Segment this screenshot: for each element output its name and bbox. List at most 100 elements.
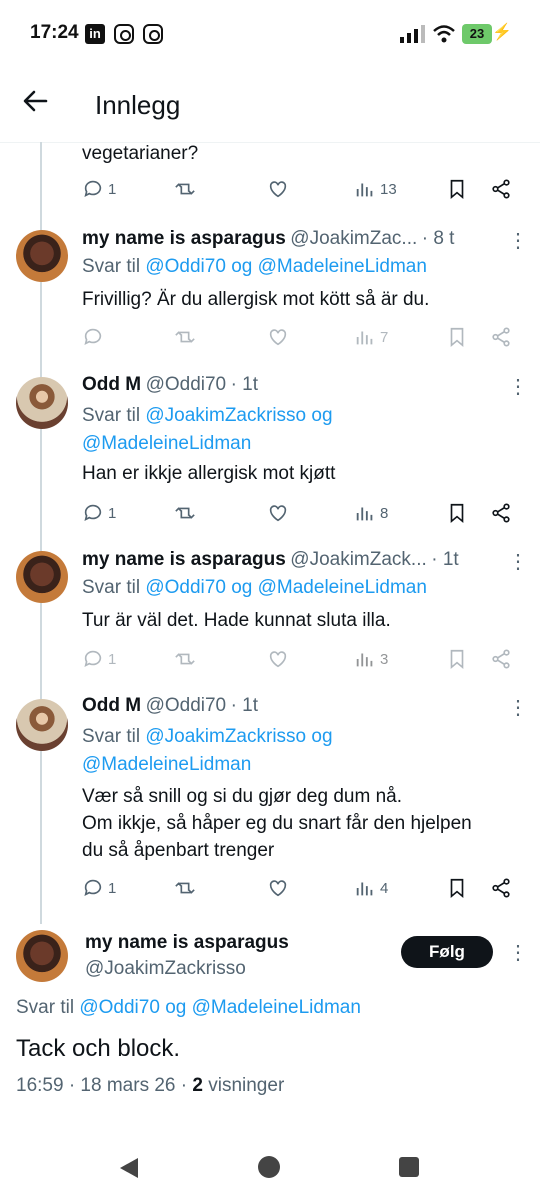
avatar[interactable] [16, 377, 68, 429]
views-icon [356, 882, 373, 896]
reply-icon [84, 504, 102, 521]
tweet-header: my name is asparagus @JoakimZack... · 1t [82, 549, 459, 571]
bookmark-button[interactable] [446, 178, 468, 200]
nav-home-icon[interactable] [258, 1156, 280, 1178]
retweet-button[interactable] [174, 326, 196, 348]
reply-prefix: Svar til [82, 405, 146, 426]
nav-back-icon[interactable] [118, 1156, 140, 1180]
bookmark-button[interactable] [446, 326, 468, 348]
reply-button[interactable] [82, 326, 104, 348]
views-count: 7 [380, 328, 389, 346]
share-button[interactable] [490, 502, 512, 524]
mention-link[interactable]: @JoakimZackrisso [145, 405, 306, 426]
linkedin-icon: in [85, 24, 105, 44]
mention-link[interactable]: @MadeleineLidman [82, 433, 251, 454]
nav-recents-icon[interactable] [399, 1157, 419, 1177]
tweet-text-line: Om ikkje, så håper eg du snart får den h… [82, 813, 472, 834]
bookmark-button[interactable] [446, 648, 468, 670]
share-icon [492, 878, 510, 898]
views-label: visninger [202, 1075, 285, 1096]
reply-icon [84, 328, 102, 345]
avatar[interactable] [16, 699, 68, 751]
reply-count: 1 [108, 879, 117, 897]
avatar[interactable] [16, 930, 68, 982]
reply-button[interactable]: 1 [82, 178, 116, 200]
share-button[interactable] [490, 178, 512, 200]
reply-icon [84, 180, 102, 197]
views-count: 4 [380, 879, 389, 897]
reply-and: og [306, 405, 333, 426]
author-handle[interactable]: @Oddi70 [146, 374, 227, 395]
mention-link[interactable]: @Oddi70 [79, 997, 160, 1018]
like-button[interactable] [267, 326, 289, 348]
retweet-button[interactable] [174, 178, 196, 200]
author-handle[interactable]: @JoakimZack... [290, 549, 426, 570]
author-name[interactable]: Odd M [82, 695, 141, 716]
reply-button[interactable]: 1 [82, 648, 116, 670]
views-button[interactable]: 3 [354, 648, 388, 670]
status-bar: 17:24 in 23 ⚡ [0, 0, 540, 68]
share-icon [492, 503, 510, 523]
share-button[interactable] [490, 877, 512, 899]
avatar[interactable] [16, 551, 68, 603]
heart-icon [269, 181, 287, 198]
author-name[interactable]: my name is asparagus [82, 549, 286, 570]
bookmark-icon [450, 179, 464, 200]
reply-button[interactable]: 1 [82, 502, 116, 524]
retweet-button[interactable] [174, 502, 196, 524]
follow-button[interactable]: Følg [401, 936, 493, 968]
more-options-icon[interactable]: ⋮ [508, 695, 528, 720]
reply-count: 1 [108, 504, 117, 522]
views-icon [356, 653, 373, 667]
tweet-text: Vær så snill og si du gjør deg dum nå. O… [82, 783, 472, 864]
mention-link[interactable]: @JoakimZackrisso [145, 726, 306, 747]
heart-icon [269, 505, 287, 522]
signal-icon [400, 25, 425, 43]
retweet-icon [175, 331, 195, 343]
retweet-icon [175, 653, 195, 665]
bookmark-button[interactable] [446, 877, 468, 899]
author-handle[interactable]: @JoakimZac... [290, 228, 417, 249]
like-button[interactable] [267, 178, 289, 200]
battery-indicator: 23 [462, 24, 492, 44]
author-name[interactable]: my name is asparagus [85, 932, 289, 954]
more-options-icon[interactable]: ⋮ [508, 374, 528, 399]
views-button[interactable]: 4 [354, 877, 388, 899]
tweet-text: Han er ikkje allergisk mot kjøtt [82, 463, 336, 484]
more-options-icon[interactable]: ⋮ [508, 549, 528, 574]
like-button[interactable] [267, 877, 289, 899]
views-icon [356, 331, 373, 345]
views-count: 8 [380, 504, 389, 522]
author-name[interactable]: Odd M [82, 374, 141, 395]
bookmark-icon [450, 649, 464, 670]
retweet-button[interactable] [174, 877, 196, 899]
mention-link[interactable]: @Oddi70 [145, 577, 226, 598]
mention-link[interactable]: @MadeleineLidman [258, 256, 427, 277]
views-button[interactable]: 13 [354, 178, 397, 200]
bookmark-button[interactable] [446, 502, 468, 524]
mention-link[interactable]: @MadeleineLidman [82, 754, 251, 775]
tweet-time: · 8 t [421, 228, 455, 249]
reply-and: og [159, 997, 192, 1018]
more-options-icon[interactable]: ⋮ [508, 228, 528, 253]
author-handle[interactable]: @Oddi70 [146, 695, 227, 716]
back-arrow-icon[interactable] [22, 88, 48, 120]
avatar[interactable] [16, 230, 68, 282]
author-name[interactable]: my name is asparagus [82, 228, 286, 249]
views-button[interactable]: 8 [354, 502, 388, 524]
mention-link[interactable]: @MadeleineLidman [192, 997, 361, 1018]
like-button[interactable] [267, 648, 289, 670]
tweet-text-line: Vær så snill og si du gjør deg dum nå. [82, 786, 402, 807]
author-handle[interactable]: @JoakimZackrisso [85, 958, 246, 980]
more-options-icon[interactable]: ⋮ [508, 940, 528, 965]
share-button[interactable] [490, 326, 512, 348]
views-button[interactable]: 7 [354, 326, 388, 348]
like-button[interactable] [267, 502, 289, 524]
retweet-button[interactable] [174, 648, 196, 670]
reply-prefix: Svar til [82, 577, 146, 598]
mention-link[interactable]: @MadeleineLidman [258, 577, 427, 598]
share-icon [492, 327, 510, 347]
mention-link[interactable]: @Oddi70 [145, 256, 226, 277]
reply-button[interactable]: 1 [82, 877, 116, 899]
share-button[interactable] [490, 648, 512, 670]
